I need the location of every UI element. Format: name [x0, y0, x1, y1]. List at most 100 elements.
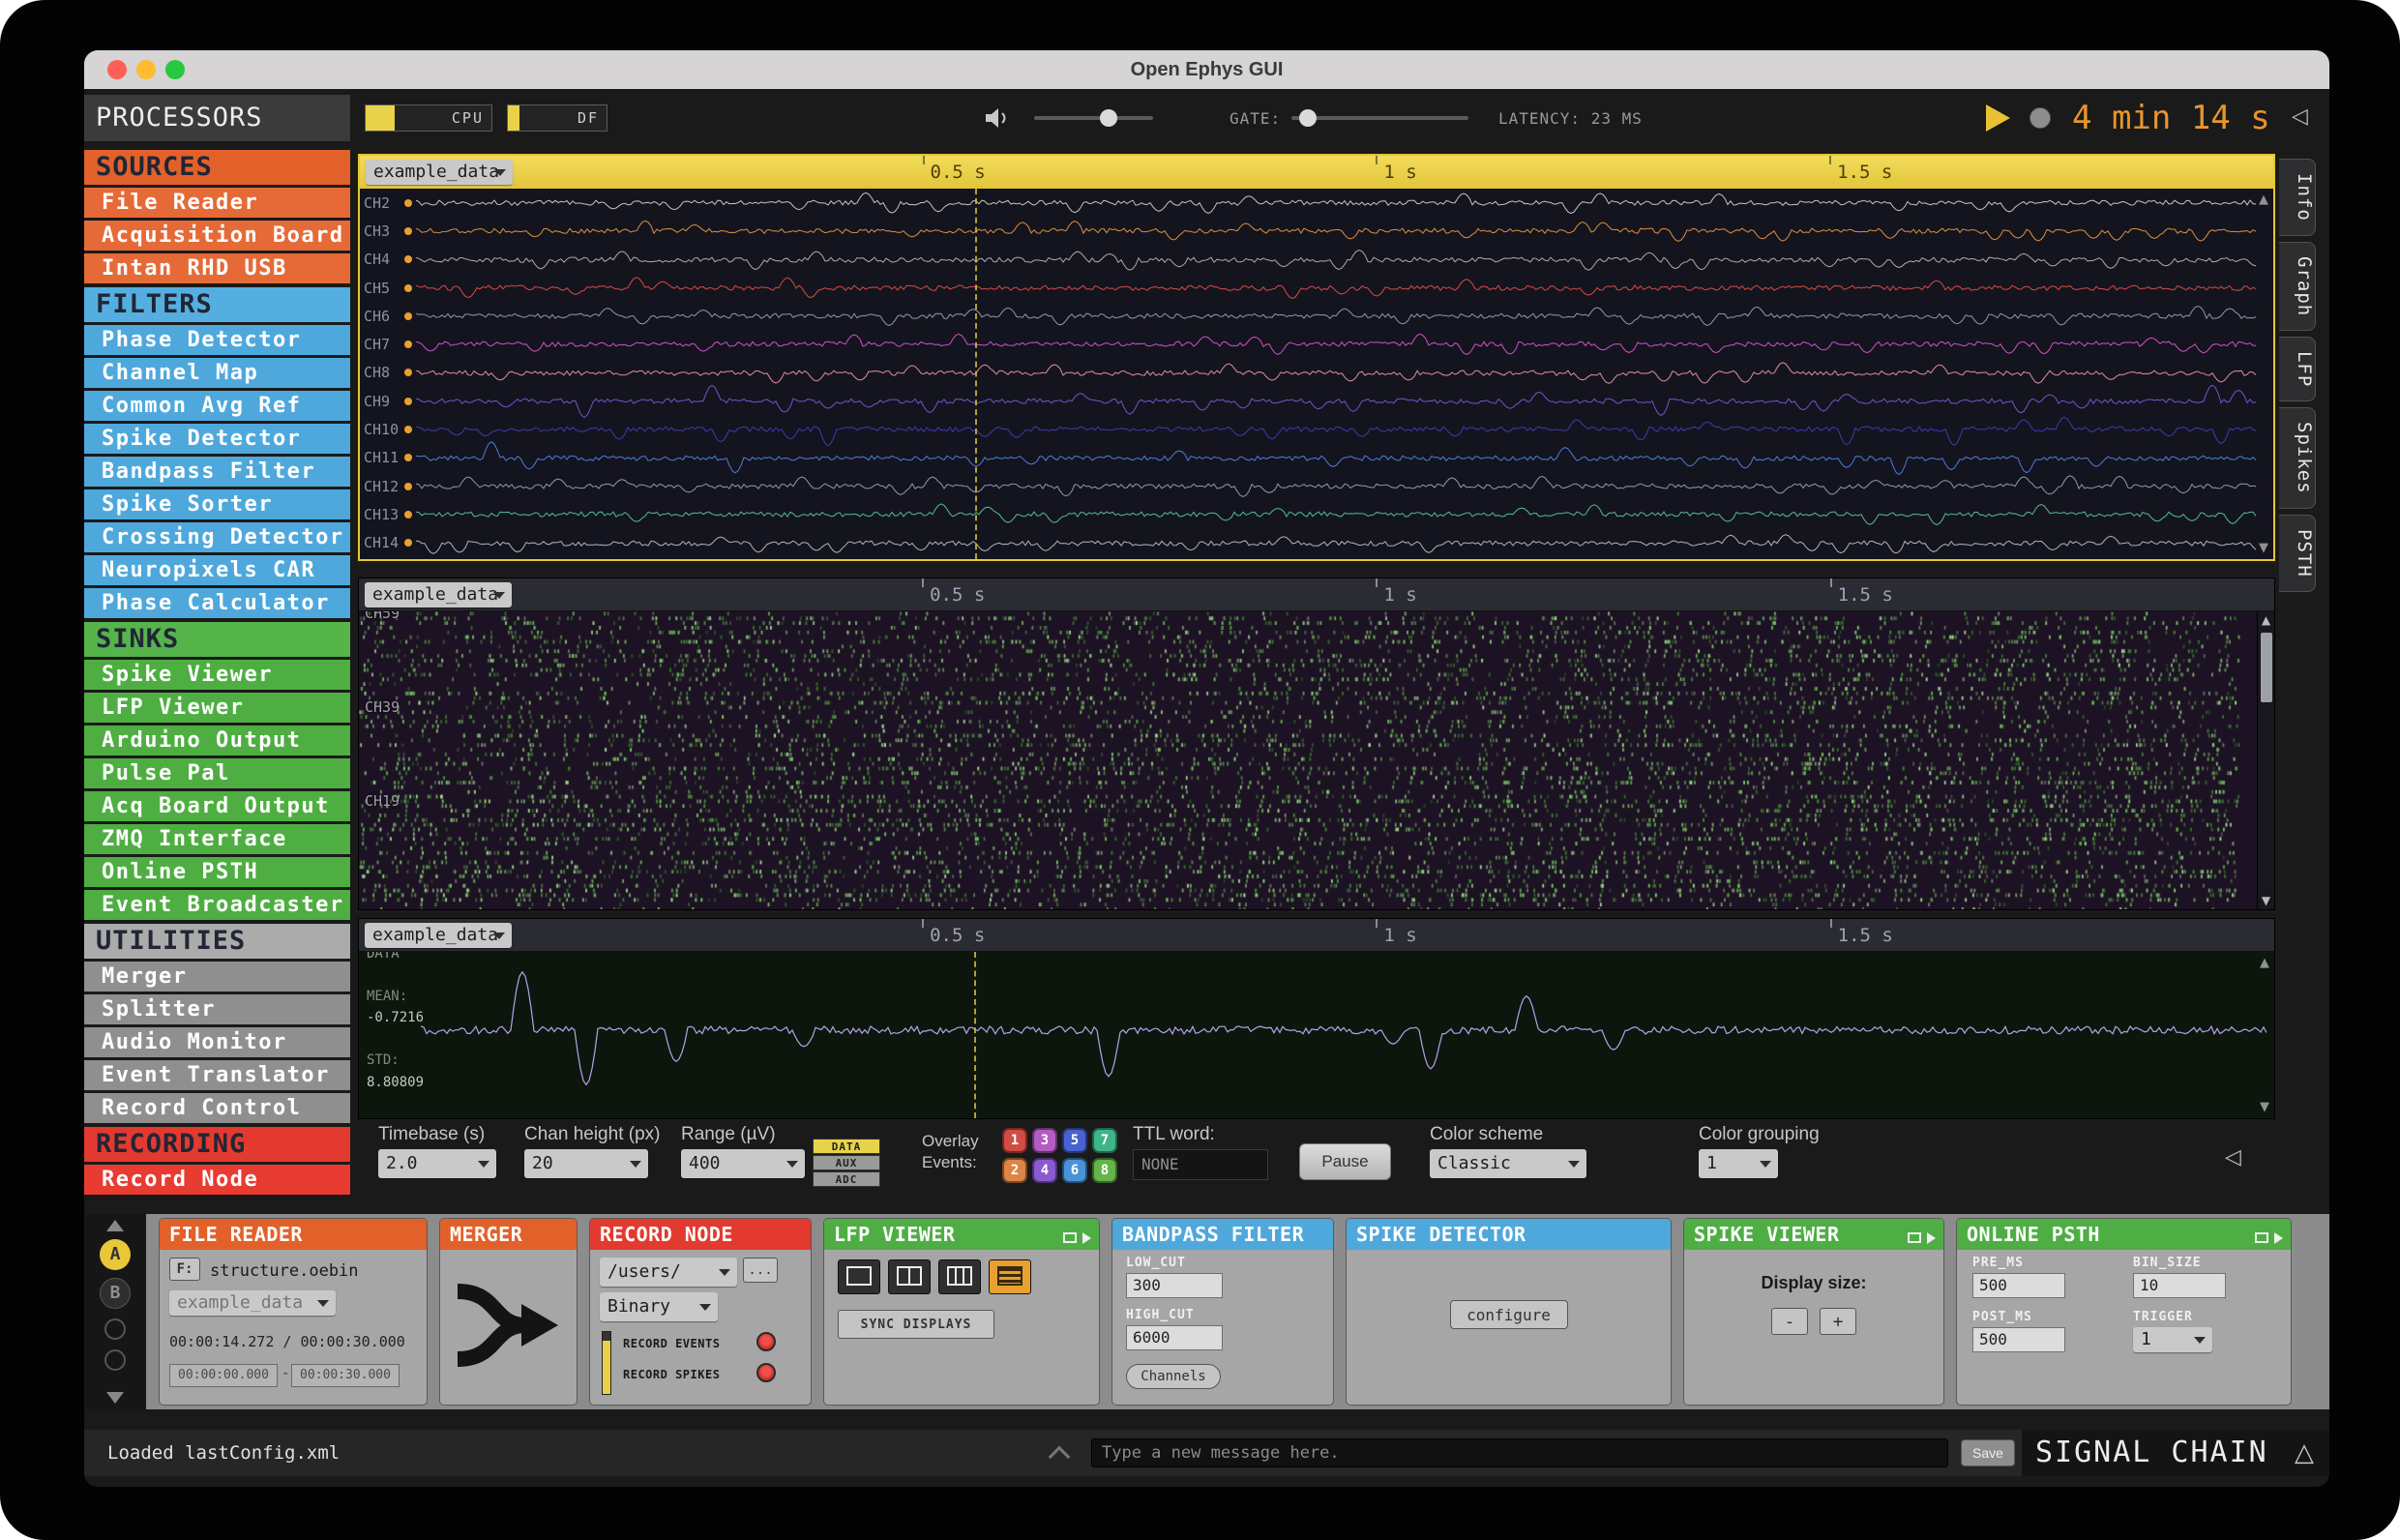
processor-item-bandpass-filter[interactable]: Bandpass Filter: [84, 457, 350, 487]
processor-item-lfp-viewer[interactable]: LFP Viewer: [84, 693, 350, 723]
processor-item-spike-viewer[interactable]: Spike Viewer: [84, 660, 350, 690]
viewport-tab-info[interactable]: Info: [2279, 159, 2316, 236]
stream-dropdown[interactable]: example_data: [169, 1290, 336, 1316]
lfp-channel-row[interactable]: CH6: [360, 302, 2256, 330]
channel-enable-dot[interactable]: [404, 255, 412, 264]
bin-size-field[interactable]: 10: [2133, 1273, 2226, 1298]
channel-enable-dot[interactable]: [404, 426, 412, 434]
viewport-tab-lfp[interactable]: LFP: [2279, 336, 2316, 402]
overlay-event-button-4[interactable]: 4: [1032, 1158, 1057, 1183]
lfp-channel-row[interactable]: CH13: [360, 500, 2256, 528]
record-events-toggle[interactable]: [756, 1332, 776, 1351]
lfp-channel-row[interactable]: CH8: [360, 359, 2256, 387]
processor-header[interactable]: FILE READER: [160, 1219, 427, 1250]
open-in-tab-icon[interactable]: [1082, 1231, 1091, 1244]
end-time-field[interactable]: 00:00:30.000: [291, 1364, 400, 1387]
scroll-up-icon[interactable]: ▲: [2259, 192, 2268, 207]
processor-item-record-node[interactable]: Record Node: [84, 1165, 350, 1195]
layout-three-column-button[interactable]: [938, 1259, 981, 1294]
scroll-down-icon[interactable]: ▼: [2259, 541, 2268, 555]
pre-ms-field[interactable]: 500: [1972, 1273, 2065, 1298]
spike-raster-body[interactable]: CH59 CH39 CH19 ▲ ▼: [359, 611, 2274, 909]
signal-type-button-aux[interactable]: AUX: [813, 1155, 880, 1170]
processor-item-pulse-pal[interactable]: Pulse Pal: [84, 758, 350, 788]
lfp-display-body[interactable]: CH2 CH3 CH4 CH5 CH6 CH7 CH8 CH9 CH10 CH11 CH12 CH13…: [360, 189, 2273, 559]
channel-enable-dot[interactable]: [404, 283, 412, 292]
signal-type-button-adc[interactable]: ADC: [813, 1171, 880, 1187]
processor-header[interactable]: MERGER: [440, 1219, 577, 1250]
zoom-window-button[interactable]: [165, 60, 185, 79]
lfp-channel-row[interactable]: CH3: [360, 217, 2256, 245]
layout-single-button[interactable]: [838, 1259, 880, 1294]
open-in-tab-icon[interactable]: [2274, 1231, 2283, 1244]
lfp-channel-row[interactable]: CH9: [360, 384, 2256, 419]
collapse-panel-icon[interactable]: ◁: [2292, 104, 2308, 129]
color-grouping-dropdown[interactable]: 1: [1699, 1149, 1778, 1178]
processor-header[interactable]: ONLINE PSTH: [1957, 1219, 2291, 1250]
channel-enable-dot[interactable]: [404, 397, 412, 405]
channel-enable-dot[interactable]: [404, 369, 412, 377]
play-button[interactable]: [1986, 104, 2010, 132]
processor-item-neuropixels-car[interactable]: Neuropixels CAR: [84, 555, 350, 585]
processor-item-event-translator[interactable]: Event Translator: [84, 1060, 350, 1090]
display-size-decrease-button[interactable]: -: [1771, 1308, 1808, 1335]
processor-item-file-reader[interactable]: File Reader: [84, 188, 350, 218]
chan-height-dropdown[interactable]: 20: [524, 1149, 648, 1178]
processor-item-splitter[interactable]: Splitter: [84, 994, 350, 1024]
lfp-channel-row[interactable]: CH5: [360, 274, 2256, 302]
close-window-button[interactable]: [107, 60, 127, 79]
lfp-channel-row[interactable]: CH11: [360, 440, 2256, 475]
processor-item-phase-detector[interactable]: Phase Detector: [84, 325, 350, 355]
channel-enable-dot[interactable]: [404, 341, 412, 349]
channel-enable-dot[interactable]: [404, 311, 412, 320]
timebase-dropdown[interactable]: 2.0: [378, 1149, 496, 1178]
processor-header[interactable]: LFP VIEWER: [824, 1219, 1099, 1250]
trigger-dropdown[interactable]: 1: [2133, 1327, 2212, 1352]
processor-item-audio-monitor[interactable]: Audio Monitor: [84, 1027, 350, 1057]
low-cut-field[interactable]: 300: [1126, 1273, 1223, 1298]
overlay-event-button-3[interactable]: 3: [1032, 1128, 1057, 1153]
processor-item-zmq-interface[interactable]: ZMQ Interface: [84, 824, 350, 854]
lfp-channel-row[interactable]: CH4: [360, 246, 2256, 274]
processor-item-merger[interactable]: Merger: [84, 962, 350, 992]
processor-item-phase-calculator[interactable]: Phase Calculator: [84, 588, 350, 618]
processor-item-acquisition-board[interactable]: Acquisition Board: [84, 221, 350, 251]
channel-enable-dot[interactable]: [404, 454, 412, 462]
scroll-up-icon[interactable]: ▲: [2260, 956, 2269, 970]
overlay-event-button-7[interactable]: 7: [1092, 1128, 1117, 1153]
channel-enable-dot[interactable]: [404, 226, 412, 235]
processor-item-channel-map[interactable]: Channel Map: [84, 358, 350, 388]
processor-item-common-avg-ref[interactable]: Common Avg Ref: [84, 391, 350, 421]
open-in-window-icon[interactable]: [2255, 1232, 2268, 1243]
gate-slider-knob[interactable]: [1299, 109, 1317, 127]
chain-tab-empty[interactable]: [104, 1318, 126, 1340]
volume-slider-knob[interactable]: [1100, 109, 1117, 127]
minimize-window-button[interactable]: [136, 60, 156, 79]
record-button[interactable]: [2030, 107, 2051, 129]
overlay-event-button-1[interactable]: 1: [1002, 1128, 1027, 1153]
processor-header[interactable]: RECORD NODE: [590, 1219, 811, 1250]
lfp-channel-row[interactable]: CH14: [360, 529, 2256, 557]
gate-slider[interactable]: [1291, 109, 1468, 127]
chain-scroll-up-icon[interactable]: [106, 1220, 124, 1231]
processor-item-spike-detector[interactable]: Spike Detector: [84, 424, 350, 454]
raster-scrollbar[interactable]: ▲ ▼: [2257, 611, 2274, 909]
processor-item-arduino-output[interactable]: Arduino Output: [84, 726, 350, 755]
viewport-tab-graph[interactable]: Graph: [2279, 241, 2316, 331]
processor-item-record-control[interactable]: Record Control: [84, 1093, 350, 1123]
processor-item-spike-sorter[interactable]: Spike Sorter: [84, 489, 350, 519]
scroll-down-icon[interactable]: ▼: [2258, 894, 2274, 907]
expand-console-icon[interactable]: [1048, 1445, 1071, 1468]
viewport-tab-psth[interactable]: PSTH: [2279, 514, 2316, 592]
display-size-increase-button[interactable]: +: [1820, 1308, 1856, 1335]
processor-item-event-broadcaster[interactable]: Event Broadcaster: [84, 890, 350, 920]
scroll-down-icon[interactable]: ▼: [2260, 1100, 2269, 1114]
processor-header[interactable]: SPIKE VIEWER: [1684, 1219, 1943, 1250]
chain-scroll-down-icon[interactable]: [106, 1392, 124, 1404]
channel-enable-dot[interactable]: [404, 482, 412, 490]
overlay-event-button-5[interactable]: 5: [1062, 1128, 1087, 1153]
chain-tab-b[interactable]: B: [100, 1278, 131, 1309]
lfp-channel-row[interactable]: CH7: [360, 330, 2256, 358]
collapse-panel-icon[interactable]: ◁: [2225, 1145, 2241, 1170]
sync-displays-button[interactable]: SYNC DISPLAYS: [838, 1310, 994, 1339]
